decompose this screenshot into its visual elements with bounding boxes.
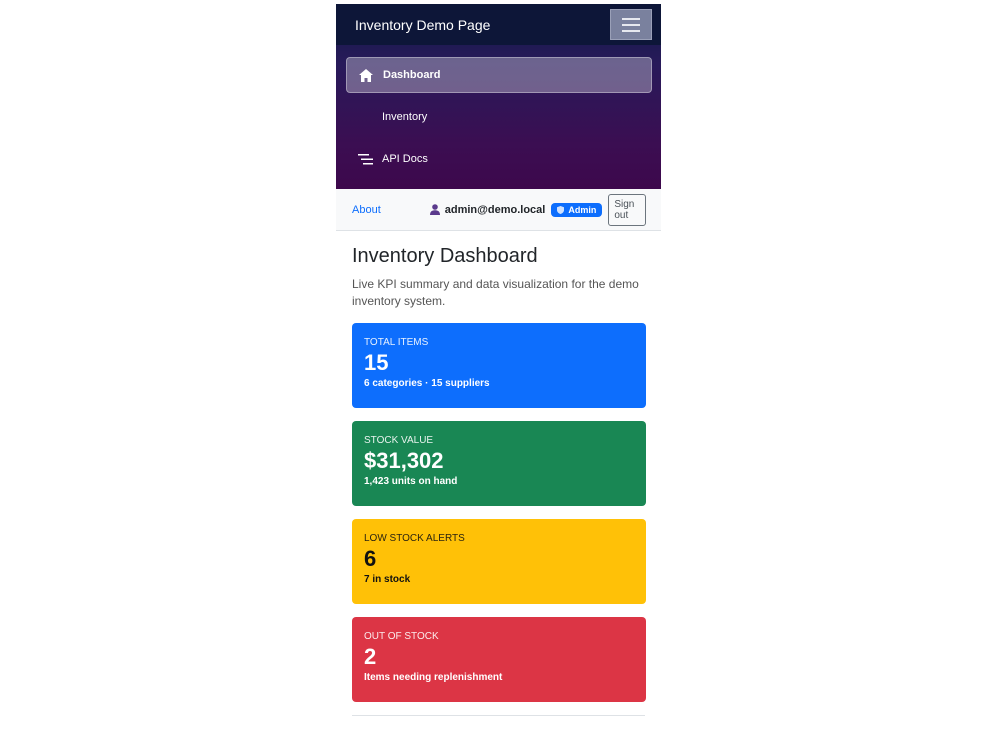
kpi-label: OUT OF STOCK	[364, 631, 439, 642]
kpi-detail: 7 in stock	[364, 574, 411, 585]
app-frame: Inventory Demo Page Dashboard Inventory	[336, 4, 661, 750]
kpi-value: 15	[364, 350, 389, 375]
hamburger-icon	[622, 17, 640, 20]
sidebar-item-label: Dashboard	[383, 69, 441, 81]
kpi-value: 2	[364, 644, 377, 669]
role-badge: Admin	[551, 202, 603, 217]
user-email: admin@demo.local	[444, 203, 546, 216]
sidebar-item-dashboard[interactable]: Dashboard	[346, 57, 652, 93]
kpi-value: $31,302	[364, 448, 444, 473]
main-content: Inventory Dashboard Live KPI summary and…	[336, 231, 661, 716]
menu-toggle-button[interactable]	[610, 9, 652, 40]
kpi-card-total-items: TOTAL ITEMS 15 6 categories · 15 supplie…	[352, 323, 646, 408]
role-label: Admin	[568, 204, 597, 215]
sidebar-item-inventory[interactable]: Inventory	[346, 99, 652, 135]
kpi-detail: 6 categories · 15 suppliers	[364, 378, 490, 389]
kpi-label: STOCK VALUE	[364, 435, 434, 446]
kpi-detail: Items needing replenishment	[364, 672, 503, 683]
page-subtitle: Live KPI summary and data visualization …	[352, 277, 639, 308]
kpi-card-low-stock: LOW STOCK ALERTS 6 7 in stock	[352, 519, 646, 604]
sidebar-nav: Dashboard Inventory API Docs	[336, 45, 661, 177]
user-icon	[429, 204, 440, 215]
kpi-value: 6	[364, 546, 377, 571]
user-bar: About admin@demo.local Admin Sign out	[336, 189, 661, 231]
sign-out-button[interactable]: Sign out	[608, 193, 646, 226]
kpi-card-stock-value: STOCK VALUE $31,302 1,423 units on hand	[352, 421, 646, 506]
divider	[352, 715, 645, 716]
list-icon	[358, 153, 382, 165]
about-link[interactable]: About	[352, 204, 381, 216]
page-title: Inventory Dashboard	[352, 245, 538, 267]
kpi-label: LOW STOCK ALERTS	[364, 533, 465, 544]
home-icon	[359, 68, 383, 82]
kpi-detail: 1,423 units on hand	[364, 476, 458, 487]
sidebar: Inventory Demo Page Dashboard Inventory	[336, 4, 661, 189]
topbar: Inventory Demo Page	[336, 4, 661, 45]
user-info: admin@demo.local	[429, 203, 546, 216]
sidebar-item-label: Inventory	[382, 111, 428, 123]
sidebar-item-api-docs[interactable]: API Docs	[346, 141, 652, 177]
kpi-label: TOTAL ITEMS	[364, 337, 429, 348]
kpi-card-out-of-stock: OUT OF STOCK 2 Items needing replenishme…	[352, 617, 646, 702]
sidebar-item-label: API Docs	[382, 153, 428, 165]
shield-icon	[557, 205, 565, 214]
app-title[interactable]: Inventory Demo Page	[355, 17, 490, 33]
